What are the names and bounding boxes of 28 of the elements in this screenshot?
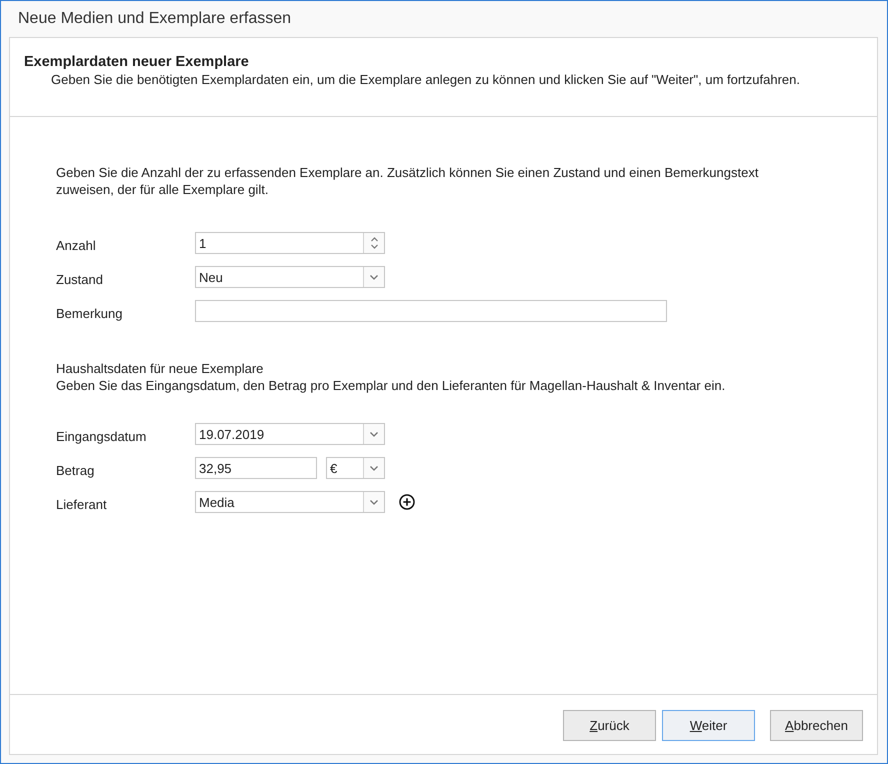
dropdown-field[interactable]: €: [326, 457, 385, 479]
field-label: Eingangsdatum: [56, 428, 148, 444]
cancel-button[interactable]: Abbrechen: [770, 710, 863, 741]
field-label: Lieferant: [56, 496, 108, 512]
spin-field[interactable]: 1: [195, 232, 385, 254]
chevron-down-icon[interactable]: [370, 274, 378, 280]
field-label: Bemerkung: [56, 304, 124, 320]
chevron-down-icon[interactable]: [370, 500, 378, 504]
text-field[interactable]: 32,95: [195, 457, 317, 479]
page-description: Geben Sie die benötigten Exemplardaten ein, um die Exemplare anlegen zu können und klicken Sie auf "Weiter", um fortzufahren.: [50, 71, 801, 89]
next-button[interactable]: Weiter: [662, 710, 755, 741]
spin-arrows-icon[interactable]: [370, 237, 378, 249]
section-heading: Haushaltsdaten für neue Exemplare: [56, 360, 264, 377]
window-title: Neue Medien und Exemplare erfassen: [18, 10, 292, 28]
dropdown-field[interactable]: 19.07.2019: [195, 423, 385, 445]
page-heading: Exemplardaten neuer Exemplare: [24, 53, 250, 71]
back-button[interactable]: Zurück: [563, 710, 656, 741]
section-intro: Geben Sie die Anzahl der zu erfassenden Exemplare an. Zusätzlich können Sie einen Zustand und einen Bemerkungstext zuweisen, der für alle Exemplare gilt.: [56, 164, 760, 198]
chevron-down-icon[interactable]: [370, 432, 378, 436]
field-label: Betrag: [56, 462, 96, 478]
section-intro: Geben Sie das Eingangsdatum, den Betrag pro Exemplar und den Lieferanten für Magellan-Haushalt & Inventar ein.: [56, 377, 726, 394]
chevron-down-icon[interactable]: [370, 466, 378, 470]
dropdown-field[interactable]: Neu: [195, 266, 385, 288]
text-field[interactable]: [195, 300, 667, 322]
plus-circle-icon[interactable]: [399, 494, 415, 510]
field-label: Anzahl: [56, 236, 97, 252]
field-label: Zustand: [56, 270, 104, 286]
dropdown-field[interactable]: Media: [195, 491, 385, 513]
